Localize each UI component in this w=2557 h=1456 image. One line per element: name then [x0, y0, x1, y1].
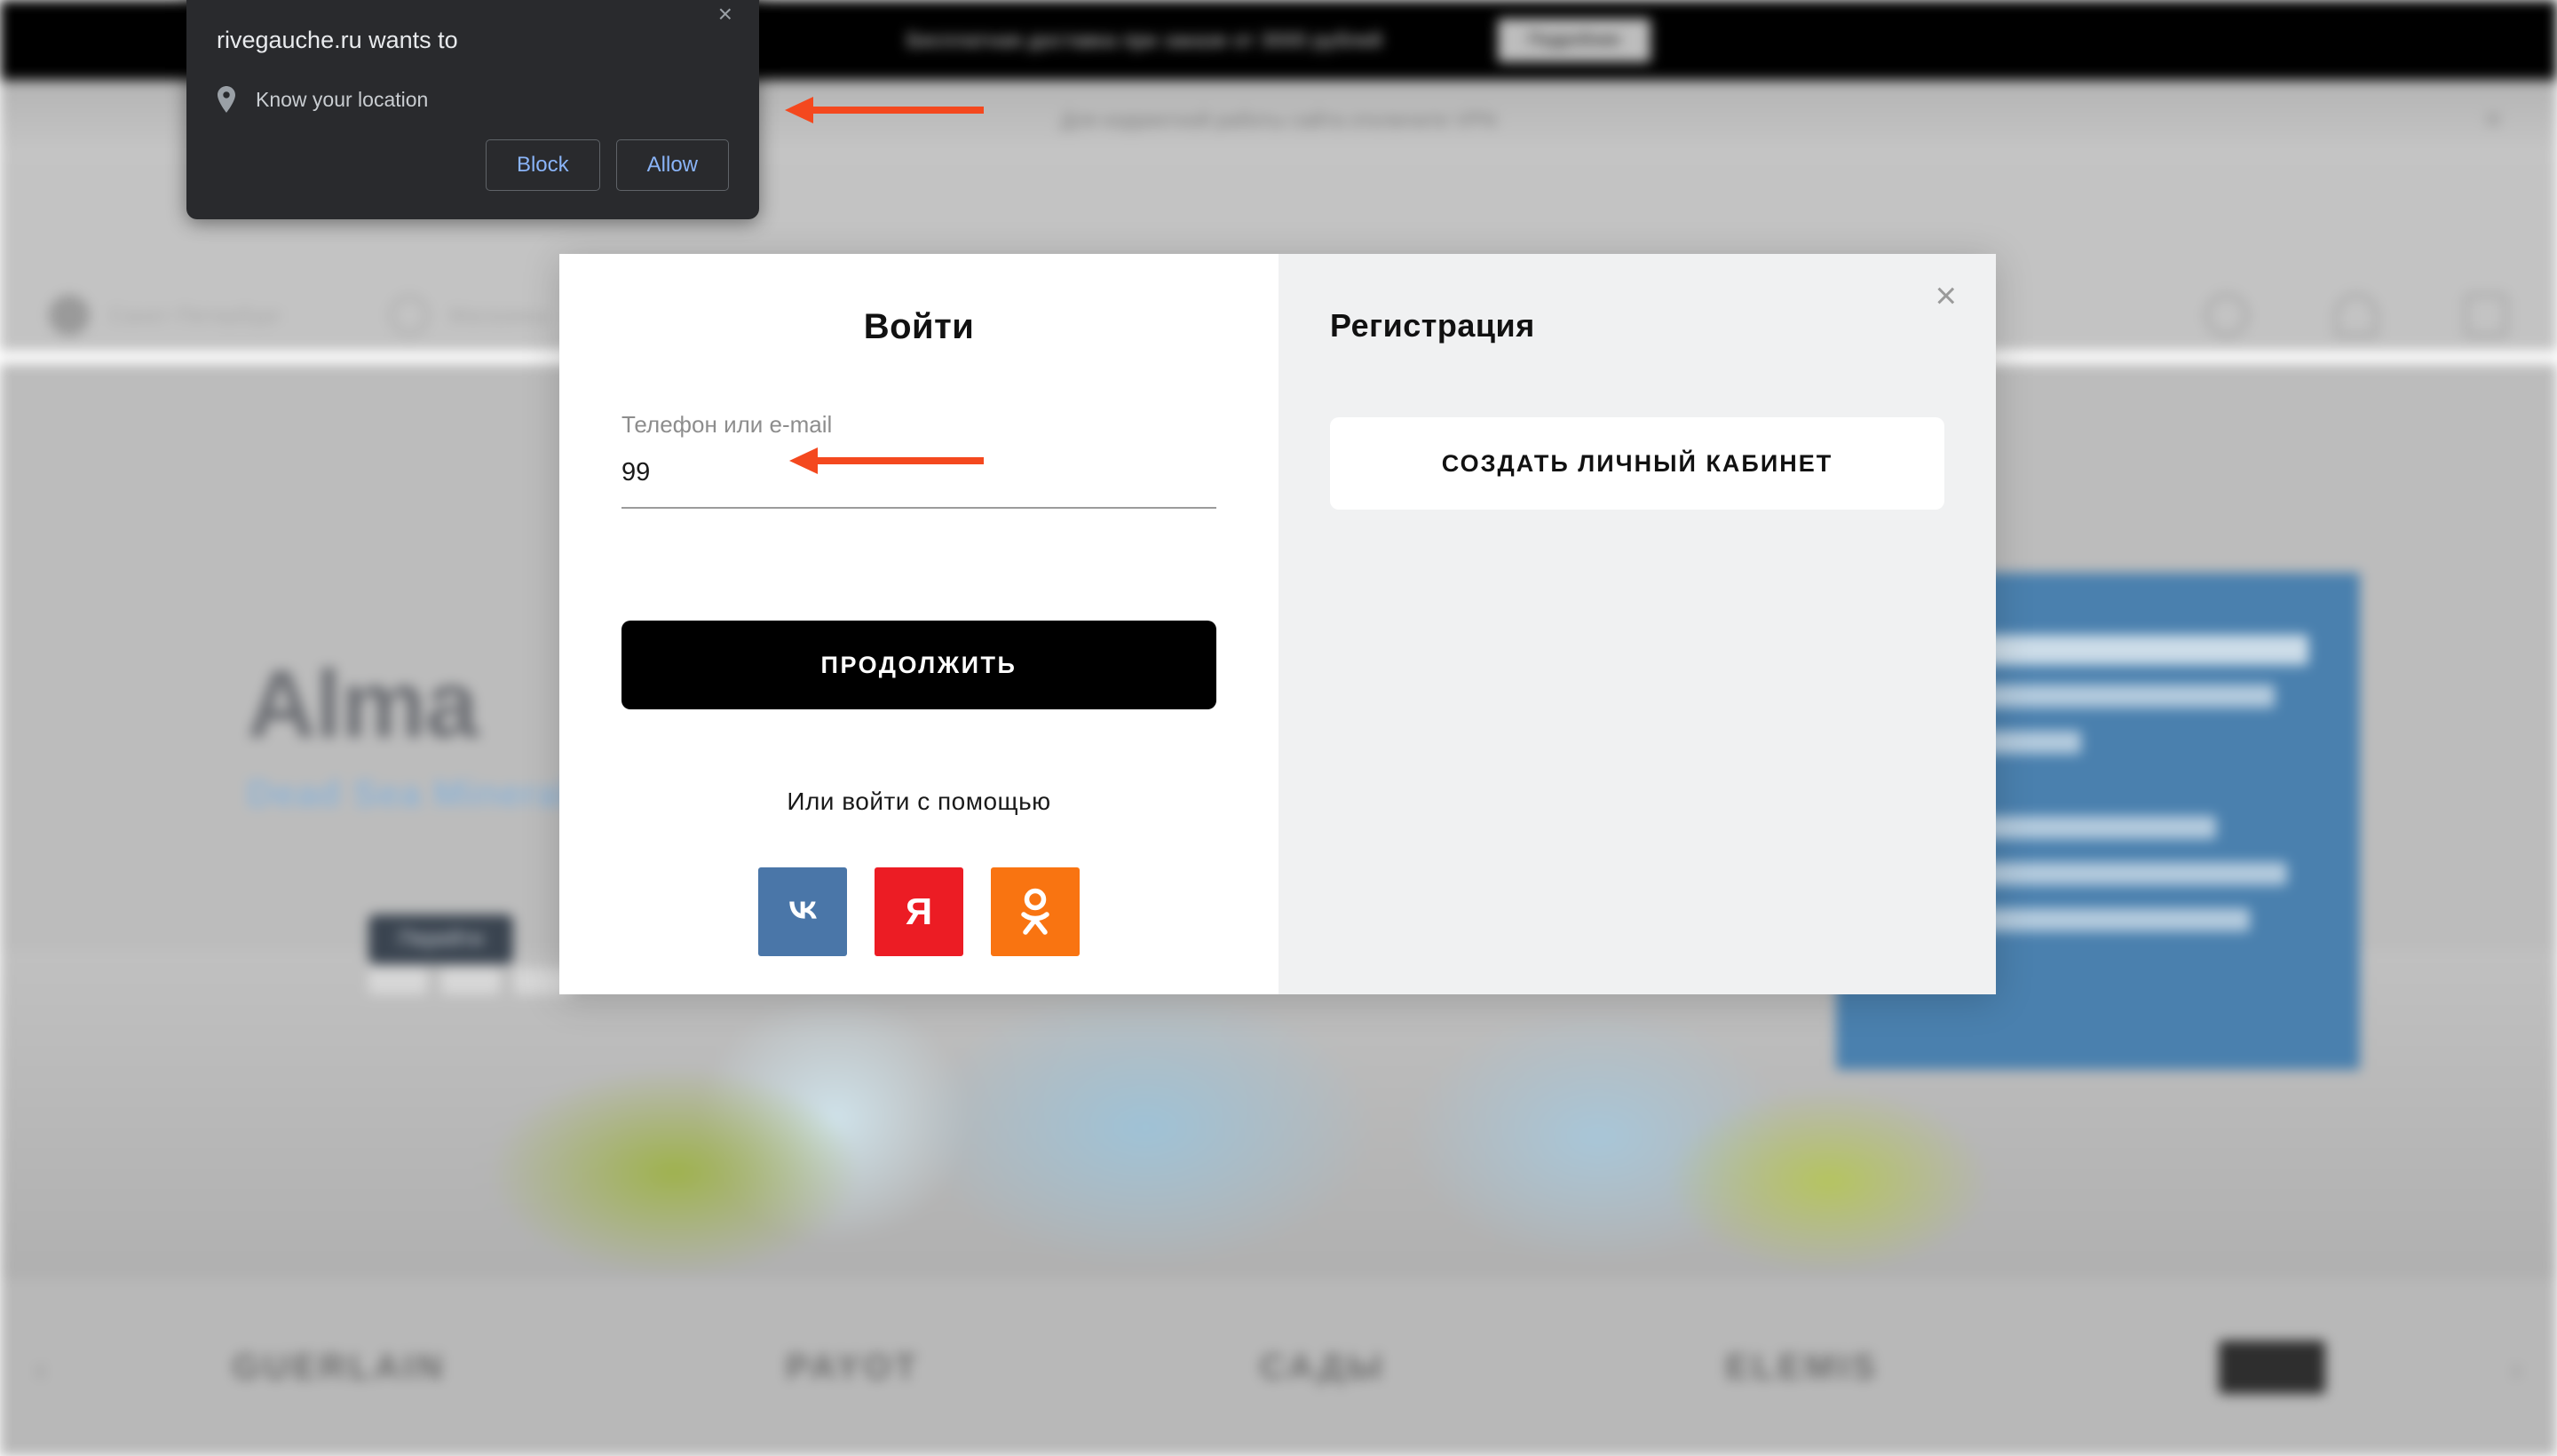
- hero-badge: [368, 968, 427, 994]
- social-login-label: Или войти с помощью: [787, 787, 1051, 815]
- vk-icon[interactable]: [758, 867, 847, 956]
- header-right-group: [2205, 293, 2508, 337]
- permission-label: Know your location: [256, 87, 429, 111]
- arrow-to-notice-bar: [785, 97, 984, 123]
- account-icon[interactable]: [2334, 293, 2379, 337]
- continue-button[interactable]: ПРОДОЛЖИТЬ: [621, 621, 1216, 709]
- location-pin-icon: [217, 86, 236, 113]
- header-location-label: Санкт-Петербург: [109, 303, 283, 327]
- allow-button[interactable]: Allow: [615, 139, 729, 191]
- login-title: Войти: [863, 307, 975, 346]
- brand-carousel: GUERLAIN PAYOT САДЫ ELEMIS: [0, 1278, 2557, 1456]
- cart-icon[interactable]: [2464, 293, 2508, 337]
- yandex-icon[interactable]: Я: [875, 867, 963, 956]
- location-pin-icon: [49, 295, 90, 336]
- arrow-to-login-input: [789, 447, 984, 474]
- brand-logo[interactable]: PAYOT: [786, 1348, 920, 1388]
- hero-badges: [368, 968, 573, 994]
- notice-bar-text: Для корректной работы сайта отключите VP…: [1060, 107, 1497, 131]
- carousel-next-icon[interactable]: ›: [2512, 1353, 2521, 1388]
- permission-title: rivegauche.ru wants to: [217, 27, 458, 53]
- brand-logo[interactable]: [2218, 1341, 2325, 1394]
- carousel-prev-icon[interactable]: ‹: [36, 1353, 45, 1388]
- registration-panel: × Регистрация СОЗДАТЬ ЛИЧНЫЙ КАБИНЕТ: [1278, 254, 1996, 994]
- header-left-group: Санкт-Петербург Магазины: [49, 295, 550, 336]
- login-panel: Войти Телефон или e-mail 99 ПРОДОЛЖИТЬ И…: [559, 254, 1278, 994]
- promo-bar-button[interactable]: Подробнее: [1498, 18, 1651, 62]
- brand-logo[interactable]: САДЫ: [1260, 1348, 1386, 1388]
- close-icon[interactable]: ×: [1935, 277, 1957, 314]
- notice-close-icon[interactable]: ×: [2484, 105, 2502, 135]
- social-login-buttons: Я: [621, 867, 1216, 956]
- geolocation-permission-dialog: × rivegauche.ru wants to Know your locat…: [186, 0, 759, 219]
- header-shops[interactable]: Магазины: [389, 295, 550, 336]
- hero-title: Alma: [247, 650, 479, 757]
- permission-actions: Block Allow: [485, 139, 729, 191]
- block-button[interactable]: Block: [485, 139, 600, 191]
- brand-logo[interactable]: ELEMIS: [1725, 1348, 1879, 1388]
- header-location[interactable]: Санкт-Петербург: [49, 295, 282, 336]
- header-shops-label: Магазины: [449, 303, 550, 327]
- hero-cta-button[interactable]: Перейти: [368, 914, 514, 964]
- search-icon[interactable]: [2205, 293, 2249, 337]
- registration-title: Регистрация: [1330, 307, 1535, 344]
- shop-icon: [389, 295, 431, 336]
- hero-badge: [441, 968, 500, 994]
- odnoklassniki-icon[interactable]: [991, 867, 1080, 956]
- screen: Бесплатная доставка при заказе от 3000 р…: [0, 0, 2557, 1456]
- yandex-glyph: Я: [905, 890, 933, 932]
- close-icon[interactable]: ×: [718, 2, 732, 27]
- phone-or-email-label: Телефон или e-mail: [621, 411, 833, 438]
- create-account-button[interactable]: СОЗДАТЬ ЛИЧНЫЙ КАБИНЕТ: [1330, 417, 1944, 510]
- brand-logo[interactable]: GUERLAIN: [232, 1348, 446, 1388]
- hero-subtitle: Dead Sea Minerals: [247, 772, 592, 814]
- promo-bar-text: Бесплатная доставка при заказе от 3000 р…: [906, 28, 1383, 51]
- login-modal: Войти Телефон или e-mail 99 ПРОДОЛЖИТЬ И…: [559, 254, 1996, 994]
- permission-row: Know your location: [217, 86, 729, 113]
